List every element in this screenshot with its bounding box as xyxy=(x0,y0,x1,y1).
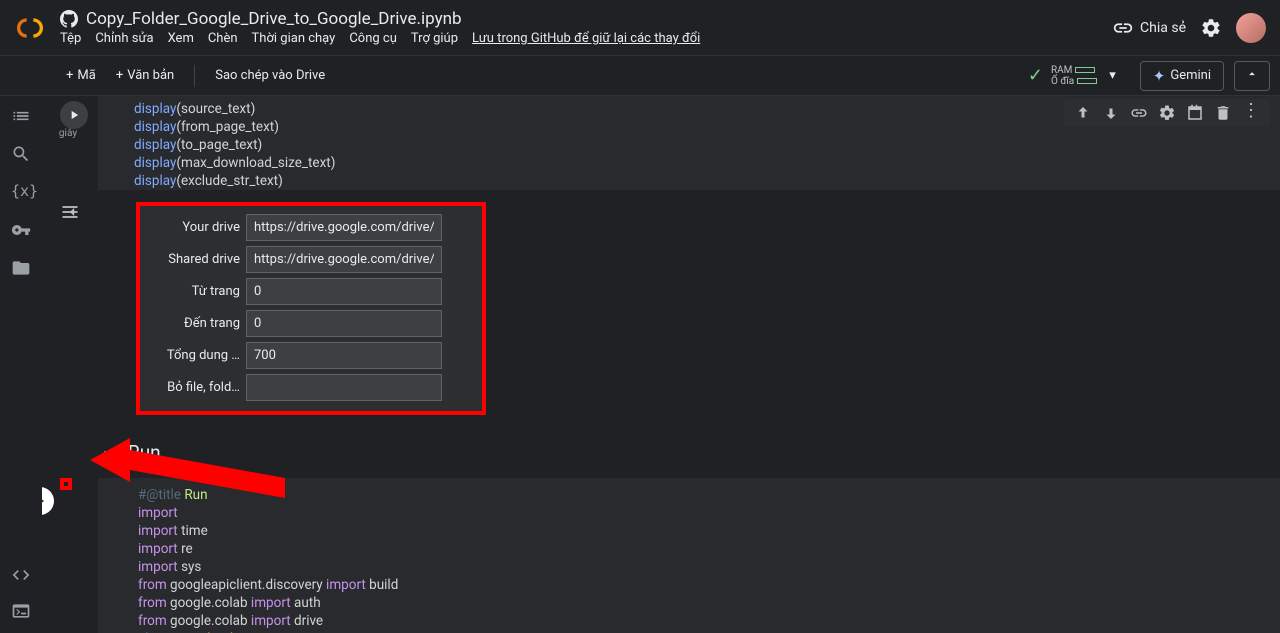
github-icon xyxy=(60,10,78,28)
label-total-size: Tổng dung … xyxy=(150,348,240,363)
highlighted-run-button xyxy=(60,478,72,490)
folder-icon[interactable] xyxy=(11,258,31,278)
input-your-drive[interactable] xyxy=(246,214,442,241)
cell-toolbar: ⋮ xyxy=(1064,99,1270,127)
cell-settings-icon[interactable] xyxy=(1158,104,1176,122)
run-cell-2-button[interactable] xyxy=(42,487,54,515)
section-header-run[interactable]: Run xyxy=(98,441,1280,464)
divider xyxy=(194,65,195,87)
runtime-dropdown[interactable]: ▾ xyxy=(1105,64,1120,87)
label-shared-drive: Shared drive xyxy=(150,252,240,267)
chevron-down-icon[interactable] xyxy=(98,443,118,463)
sparkle-icon: ✦ xyxy=(1153,67,1166,85)
link-icon xyxy=(1112,17,1134,39)
share-button[interactable]: Chia sẻ xyxy=(1112,17,1186,39)
collapse-toolbar-button[interactable] xyxy=(1234,61,1270,91)
cell-link-icon[interactable] xyxy=(1130,104,1148,122)
delete-cell-icon[interactable] xyxy=(1214,104,1232,122)
search-icon[interactable] xyxy=(11,144,31,164)
user-avatar[interactable] xyxy=(1236,13,1266,43)
code-cell-2[interactable]: #@title Run import import time import re… xyxy=(98,478,1280,633)
move-up-icon[interactable] xyxy=(1074,104,1092,122)
menu-help[interactable]: Trợ giúp xyxy=(411,31,458,46)
move-down-icon[interactable] xyxy=(1102,104,1120,122)
code-snippets-icon[interactable] xyxy=(11,565,31,585)
form-output: Your drive Shared drive Từ trang Đến tra… xyxy=(136,202,486,415)
add-code-button[interactable]: + Mã xyxy=(56,63,106,88)
input-to-page[interactable] xyxy=(246,310,442,337)
input-from-page[interactable] xyxy=(246,278,442,305)
add-text-button[interactable]: + Văn bản xyxy=(106,63,184,88)
resource-meters: RAM Ổ đĩa xyxy=(1051,65,1097,87)
label-exclude: Bỏ file, fold… xyxy=(150,380,240,395)
run-cell-1-button[interactable] xyxy=(60,101,88,129)
label-to-page: Đến trang xyxy=(150,316,240,331)
runtime-status[interactable]: ✓ RAM Ổ đĩa ▾ xyxy=(1018,61,1130,90)
document-title[interactable]: Copy_Folder_Google_Drive_to_Google_Drive… xyxy=(86,9,462,29)
cell-output: Your drive Shared drive Từ trang Đến tra… xyxy=(98,202,1280,415)
menu-edit[interactable]: Chỉnh sửa xyxy=(95,31,153,46)
left-sidebar: {x} xyxy=(0,96,42,633)
input-shared-drive[interactable] xyxy=(246,246,442,273)
menu-file[interactable]: Tệp xyxy=(60,31,81,46)
output-toggle-icon[interactable] xyxy=(60,202,84,226)
gemini-button[interactable]: ✦Gemini xyxy=(1140,61,1224,91)
variables-icon[interactable]: {x} xyxy=(11,182,31,202)
mirror-cell-icon[interactable] xyxy=(1186,104,1204,122)
more-options-icon[interactable]: ⋮ xyxy=(1242,104,1260,122)
menu-view[interactable]: Xem xyxy=(168,31,194,46)
menu-tools[interactable]: Công cụ xyxy=(349,31,397,46)
label-your-drive: Your drive xyxy=(150,220,240,235)
colab-logo[interactable] xyxy=(14,12,46,44)
toc-icon[interactable] xyxy=(11,106,31,126)
input-total-size[interactable] xyxy=(246,342,442,369)
label-from-page: Từ trang xyxy=(150,284,240,299)
copy-to-drive-button[interactable]: Sao chép vào Drive xyxy=(205,63,335,88)
terminal-icon[interactable] xyxy=(11,601,31,621)
input-exclude[interactable] xyxy=(246,374,442,401)
check-icon: ✓ xyxy=(1028,65,1043,86)
settings-icon[interactable] xyxy=(1200,17,1222,39)
menu-insert[interactable]: Chèn xyxy=(208,31,238,46)
menu-bar: Tệp Chỉnh sửa Xem Chèn Thời gian chạy Cô… xyxy=(60,31,1112,46)
menu-save-github[interactable]: Lưu trong GitHub để giữ lại các thay đổi xyxy=(472,31,700,46)
share-label: Chia sẻ xyxy=(1140,20,1186,36)
section-title: Run xyxy=(128,441,161,464)
menu-runtime[interactable]: Thời gian chạy xyxy=(252,31,336,46)
secrets-icon[interactable] xyxy=(11,220,31,240)
